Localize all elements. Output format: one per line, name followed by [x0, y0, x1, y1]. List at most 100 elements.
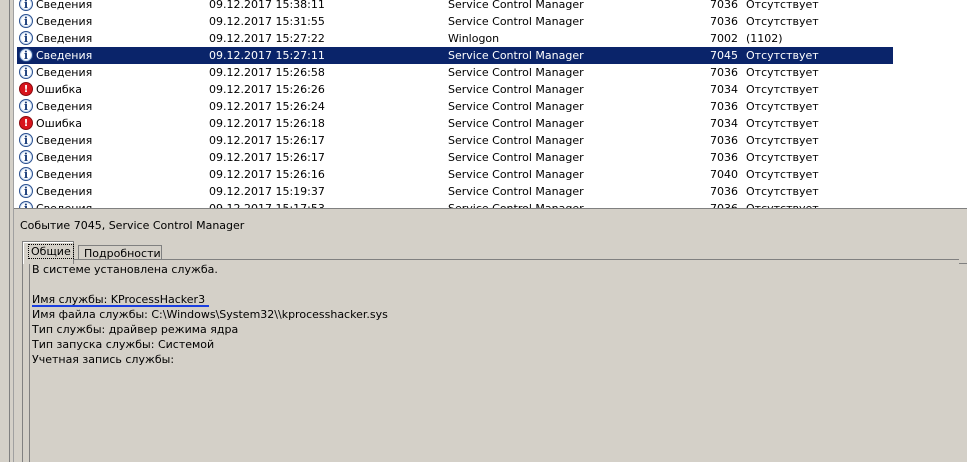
info-icon — [19, 64, 33, 81]
info-icon — [19, 98, 33, 115]
event-id: 7034 — [710, 117, 738, 130]
event-level: Ошибка — [36, 83, 83, 96]
event-row-selected[interactable]: Сведения 09.12.2017 15:27:11 Service Contr… — [14, 47, 967, 64]
info-icon — [19, 149, 33, 166]
event-id: 7045 — [710, 49, 738, 62]
event-level: Сведения — [36, 32, 93, 45]
event-date: 09.12.2017 15:31:55 — [209, 15, 325, 28]
event-level: Сведения — [36, 49, 93, 62]
info-icon — [19, 200, 33, 208]
event-row[interactable]: Сведения 09.12.2017 15:38:11 Service Contr… — [14, 0, 967, 13]
event-detail-title: Событие 7045, Service Control Manager — [20, 219, 245, 232]
event-source: Service Control Manager — [448, 134, 584, 147]
event-level: Сведения — [36, 100, 93, 113]
event-row[interactable]: Сведения 09.12.2017 15:17:53 Service Contr… — [14, 200, 967, 208]
info-icon-glyph — [19, 64, 33, 81]
event-date: 09.12.2017 15:26:26 — [209, 83, 325, 96]
event-date: 09.12.2017 15:17:53 — [209, 200, 325, 208]
event-date: 09.12.2017 15:27:22 — [209, 32, 325, 45]
info-icon-glyph — [19, 47, 33, 64]
event-id: 7034 — [710, 83, 738, 96]
event-date: 09.12.2017 15:26:17 — [209, 151, 325, 164]
error-icon-glyph — [19, 81, 33, 98]
event-row[interactable]: Сведения 09.12.2017 15:26:16 Service Contr… — [14, 166, 967, 183]
event-date: 09.12.2017 15:27:11 — [209, 49, 325, 62]
event-source: Service Control Manager — [448, 0, 584, 11]
tab-general[interactable]: Общие — [22, 241, 74, 264]
event-level: Сведения — [36, 185, 93, 198]
event-id: 7002 — [710, 32, 738, 45]
error-icon — [19, 81, 33, 98]
event-source: Service Control Manager — [448, 49, 584, 62]
info-icon — [19, 13, 33, 30]
event-level: Сведения — [36, 168, 93, 181]
description-line: Тип запуска службы: Системой — [32, 338, 215, 351]
event-list[interactable]: Сведения 09.12.2017 15:38:11 Service Contr… — [14, 0, 967, 208]
event-category: (1102) — [746, 32, 783, 45]
event-source: Service Control Manager — [448, 66, 584, 79]
event-category: Отсутствует — [746, 83, 819, 96]
event-source: Service Control Manager — [448, 83, 584, 96]
info-icon-glyph — [19, 166, 33, 183]
info-icon-glyph — [19, 98, 33, 115]
info-icon-glyph — [19, 0, 33, 13]
event-row[interactable]: Сведения 09.12.2017 15:31:55 Service Contr… — [14, 13, 967, 30]
event-detail-pane: Событие 7045, Service Control Manager Об… — [14, 214, 967, 462]
event-date: 09.12.2017 15:26:58 — [209, 66, 325, 79]
description-line: Тип службы: драйвер режима ядра — [32, 323, 239, 336]
info-icon-glyph — [19, 149, 33, 166]
event-source: Service Control Manager — [448, 168, 584, 181]
event-category: Отсутствует — [746, 151, 819, 164]
info-icon — [19, 183, 33, 200]
info-icon — [19, 47, 33, 64]
event-source: Service Control Manager — [448, 151, 584, 164]
event-category: Отсутствует — [746, 117, 819, 130]
event-id: 7036 — [710, 0, 738, 11]
event-id: 7036 — [710, 200, 738, 208]
event-row[interactable]: Ошибка 09.12.2017 15:26:26 Service Control… — [14, 81, 967, 98]
info-icon-glyph — [19, 200, 33, 208]
event-description-box[interactable]: В системе установлена служба. Имя службы:… — [29, 259, 959, 462]
event-category: Отсутствует — [746, 66, 819, 79]
tab-general-label: Общие — [28, 244, 74, 259]
event-id: 7036 — [710, 185, 738, 198]
error-icon — [19, 115, 33, 132]
event-row[interactable]: Сведения 09.12.2017 15:19:37 Service Contr… — [14, 183, 967, 200]
event-date: 09.12.2017 15:26:17 — [209, 134, 325, 147]
event-row[interactable]: Сведения 09.12.2017 15:26:24 Service Contr… — [14, 98, 967, 115]
event-level: Сведения — [36, 134, 93, 147]
description-line: В системе установлена служба. — [32, 263, 218, 276]
info-icon — [19, 132, 33, 149]
event-category: Отсутствует — [746, 134, 819, 147]
event-date: 09.12.2017 15:19:37 — [209, 185, 325, 198]
info-icon-glyph — [19, 30, 33, 47]
event-id: 7036 — [710, 100, 738, 113]
info-icon — [19, 30, 33, 47]
event-id: 7036 — [710, 66, 738, 79]
event-date: 09.12.2017 15:26:18 — [209, 117, 325, 130]
event-id: 7036 — [710, 15, 738, 28]
event-row[interactable]: Сведения 09.12.2017 15:27:22 Winlogon 7002 (… — [14, 30, 967, 47]
event-row[interactable]: Сведения 09.12.2017 15:26:58 Service Contr… — [14, 64, 967, 81]
event-source: Service Control Manager — [448, 117, 584, 130]
event-category: Отсутствует — [746, 0, 819, 11]
frame-border — [9, 0, 10, 462]
info-icon — [19, 0, 33, 13]
event-source: Service Control Manager — [448, 185, 584, 198]
event-row[interactable]: Ошибка 09.12.2017 15:26:18 Service Control… — [14, 115, 967, 132]
event-level: Сведения — [36, 15, 93, 28]
info-icon-glyph — [19, 13, 33, 30]
info-icon — [19, 166, 33, 183]
event-row[interactable]: Сведения 09.12.2017 15:26:17 Service Contr… — [14, 149, 967, 166]
event-id: 7040 — [710, 168, 738, 181]
event-category: Отсутствует — [746, 168, 819, 181]
error-icon-glyph — [19, 115, 33, 132]
event-level: Сведения — [36, 151, 93, 164]
event-category: Отсутствует — [746, 100, 819, 113]
event-level: Сведения — [36, 66, 93, 79]
event-level: Сведения — [36, 0, 93, 11]
event-row[interactable]: Сведения 09.12.2017 15:26:17 Service Contr… — [14, 132, 967, 149]
description-line: Имя файла службы: C:\Windows\System32\\k… — [32, 308, 388, 321]
event-category: Отсутствует — [746, 185, 819, 198]
event-date: 09.12.2017 15:38:11 — [209, 0, 325, 11]
